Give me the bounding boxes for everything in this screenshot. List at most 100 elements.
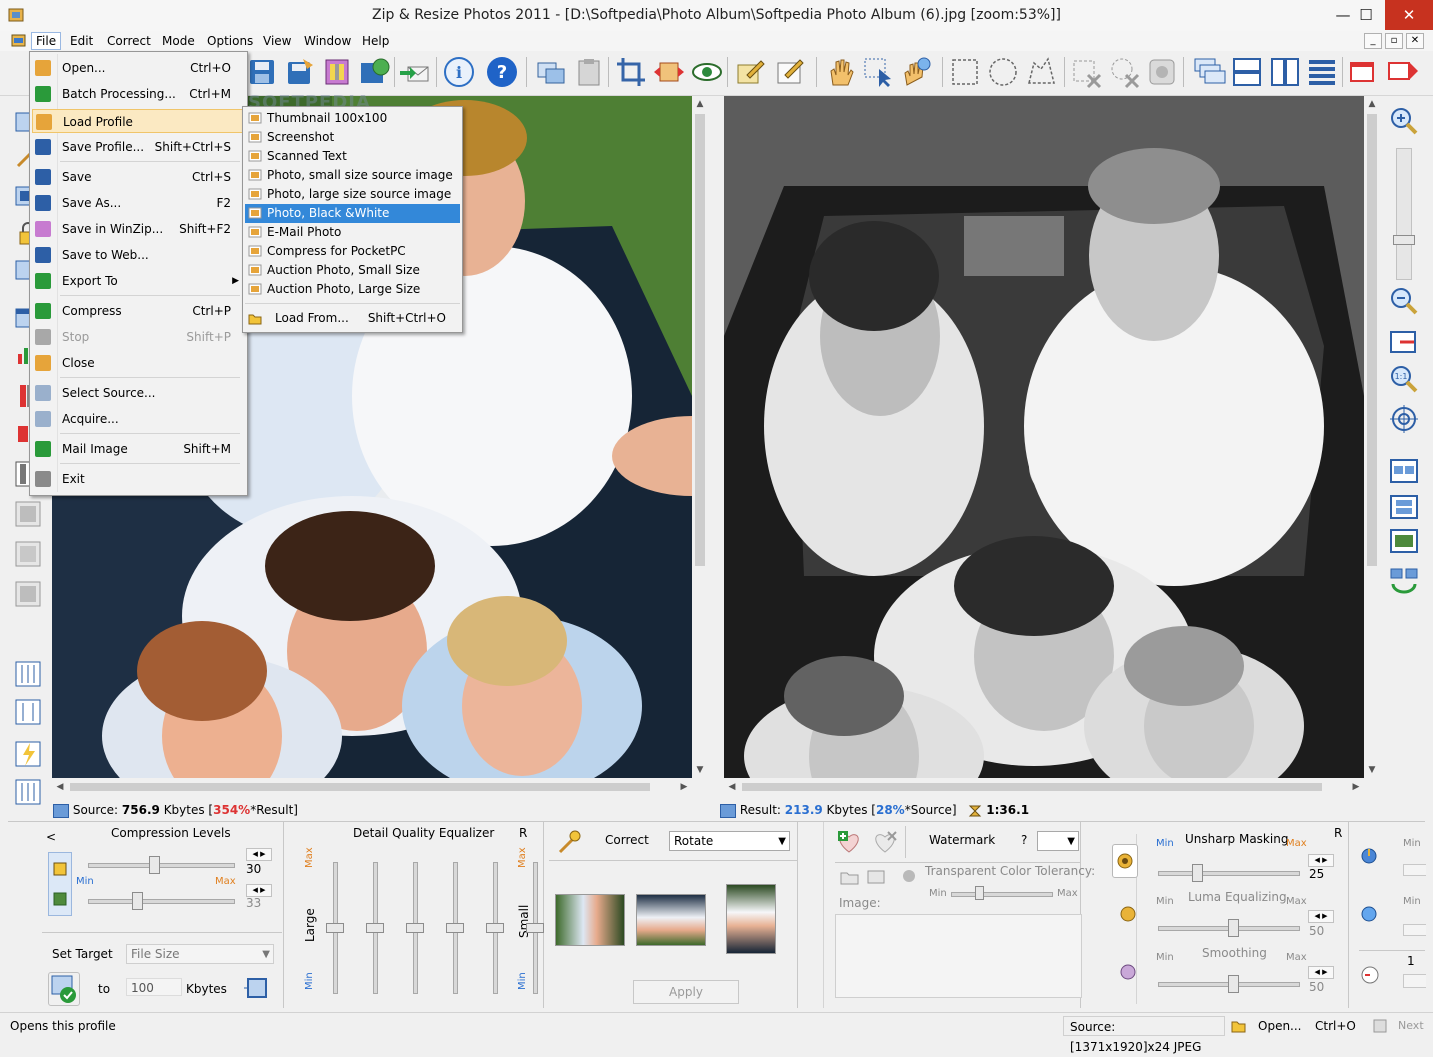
equalizer-band-thumb[interactable] xyxy=(526,923,544,933)
sharpen-reset[interactable]: R xyxy=(1334,826,1342,840)
equalizer-band-thumb[interactable] xyxy=(366,923,384,933)
add-watermark-icon[interactable] xyxy=(835,828,863,856)
smoothing-slider-thumb[interactable] xyxy=(1228,975,1239,993)
actual-size-icon[interactable]: 1:1 xyxy=(1388,364,1420,394)
tolerance-slider-thumb[interactable] xyxy=(975,886,984,900)
profile-item[interactable]: Auction Photo, Small Size xyxy=(245,261,460,280)
compression-mode-toggle[interactable] xyxy=(48,852,72,916)
target-size-input[interactable]: 100 xyxy=(126,978,182,996)
equalizer-view-2-icon[interactable] xyxy=(14,698,42,726)
selection-pointer-icon[interactable] xyxy=(861,55,895,89)
rotate-180-thumbnail[interactable] xyxy=(636,894,706,946)
view-single-icon[interactable] xyxy=(1388,526,1420,556)
file-menu-save-as[interactable]: Save As... F2 xyxy=(32,191,243,215)
menu-window[interactable]: Window xyxy=(300,33,355,49)
file-menu-save[interactable]: Save Ctrl+S xyxy=(32,165,243,189)
file-menu-save-to-web[interactable]: Save to Web... xyxy=(32,243,243,267)
lasso-select-icon[interactable] xyxy=(1024,55,1058,89)
clipboard-icon[interactable] xyxy=(572,55,606,89)
profile-item[interactable]: Auction Photo, Large Size xyxy=(245,280,460,299)
scroll-up-icon[interactable]: ▲ xyxy=(1364,96,1380,112)
compression-level-1-spinner[interactable]: ◀ ▶ xyxy=(246,848,272,861)
list-view-icon[interactable] xyxy=(1305,55,1339,89)
sync-views-icon[interactable] xyxy=(1388,566,1420,596)
profile-item[interactable]: Scanned Text xyxy=(245,147,460,166)
extra-gauge-icon[interactable] xyxy=(1359,964,1381,986)
equalizer-band-thumb[interactable] xyxy=(406,923,424,933)
menu-mode[interactable]: Mode xyxy=(158,33,199,49)
view-stacked-icon[interactable] xyxy=(1388,492,1420,522)
tile-windows-icon[interactable] xyxy=(534,55,568,89)
profile-item[interactable]: Compress for PocketPC xyxy=(245,242,460,261)
status-open-icon[interactable] xyxy=(1231,1018,1247,1034)
luma-slider-thumb[interactable] xyxy=(1228,919,1239,937)
pan-zoom-icon[interactable] xyxy=(899,55,933,89)
save-icon[interactable] xyxy=(245,55,279,89)
luma-toggle-icon[interactable] xyxy=(1118,904,1138,924)
menu-file[interactable]: File xyxy=(31,32,62,50)
transparency-toggle[interactable] xyxy=(903,870,915,882)
document-icon[interactable] xyxy=(10,32,28,50)
profile-item[interactable]: Photo, Black &White xyxy=(245,204,460,223)
layout-gray-3-icon[interactable] xyxy=(14,580,42,608)
crop-icon[interactable] xyxy=(614,55,648,89)
window-arrow-icon[interactable] xyxy=(1386,55,1420,89)
unsharp-toggle-icon[interactable] xyxy=(1112,844,1138,878)
close-button[interactable]: ✕ xyxy=(1385,0,1433,30)
watermark-help[interactable]: ? xyxy=(1021,833,1027,847)
correct-wand-icon[interactable] xyxy=(555,828,583,856)
extra-blue-drop-icon[interactable] xyxy=(1359,904,1379,924)
ellipse-select-icon[interactable] xyxy=(986,55,1020,89)
file-menu-compress[interactable]: Compress Ctrl+P xyxy=(32,299,243,323)
file-menu-save-profile[interactable]: Save Profile... Shift+Ctrl+S xyxy=(32,135,243,159)
new-window-icon[interactable] xyxy=(1348,55,1382,89)
web-save-icon[interactable] xyxy=(357,55,391,89)
file-menu-open[interactable]: Open... Ctrl+O xyxy=(32,56,243,80)
file-menu-acquire[interactable]: Acquire... xyxy=(32,407,243,431)
rotate-right-thumbnail[interactable] xyxy=(726,884,776,954)
file-menu-export-to[interactable]: Export To ▶ xyxy=(32,269,243,293)
menu-edit[interactable]: Edit xyxy=(66,33,97,49)
mask-settings-icon[interactable] xyxy=(1145,55,1179,89)
tile-vertical-icon[interactable] xyxy=(1268,55,1302,89)
menu-correct[interactable]: Correct xyxy=(103,33,155,49)
result-vertical-scrollbar[interactable]: ▲ ▼ xyxy=(1364,96,1380,778)
file-menu-exit[interactable]: Exit xyxy=(32,467,243,491)
unsharp-slider[interactable] xyxy=(1158,871,1300,876)
resize-icon[interactable] xyxy=(652,55,686,89)
scroll-right-icon[interactable]: ▶ xyxy=(676,779,692,795)
target-resize-icon[interactable] xyxy=(243,974,271,1002)
watermark-image-preview[interactable] xyxy=(835,914,1082,998)
maximize-button[interactable]: ☐ xyxy=(1344,0,1388,30)
mdi-minimize-button[interactable]: _ xyxy=(1364,33,1382,49)
scroll-left-icon[interactable]: ◀ xyxy=(724,779,740,795)
zoom-slider-thumb[interactable] xyxy=(1393,235,1415,245)
scroll-left-icon[interactable]: ◀ xyxy=(52,779,68,795)
watermark-picture-icon[interactable] xyxy=(865,866,887,888)
preview-eye-icon[interactable] xyxy=(690,55,724,89)
menu-help[interactable]: Help xyxy=(358,33,393,49)
winzip-save-icon[interactable] xyxy=(320,55,354,89)
rect-select-icon[interactable] xyxy=(948,55,982,89)
apply-target-icon[interactable] xyxy=(48,972,80,1006)
file-menu-close[interactable]: Close xyxy=(32,351,243,375)
edit-note-icon[interactable] xyxy=(733,55,767,89)
zoom-in-icon[interactable] xyxy=(1388,106,1420,136)
menu-options[interactable]: Options xyxy=(203,33,257,49)
status-open[interactable]: Open... xyxy=(1258,1019,1302,1033)
layout-gray-2-icon[interactable] xyxy=(14,540,42,568)
help-icon[interactable]: ? xyxy=(485,55,519,89)
layout-gray-1-icon[interactable] xyxy=(14,500,42,528)
save-as-icon[interactable] xyxy=(283,55,317,89)
zoom-out-icon[interactable] xyxy=(1388,286,1420,316)
luma-spinner[interactable]: ◀ ▶ xyxy=(1308,910,1334,923)
equalizer-band-thumb[interactable] xyxy=(486,923,504,933)
result-horizontal-scrollbar[interactable]: ◀ ▶ xyxy=(724,779,1364,795)
equalizer-view-icon[interactable] xyxy=(14,660,42,688)
scroll-right-icon[interactable]: ▶ xyxy=(1348,779,1364,795)
mdi-close-button[interactable]: ✕ xyxy=(1406,33,1424,49)
file-menu-batch-processing[interactable]: Batch Processing... Ctrl+M xyxy=(32,82,243,106)
compression-slider-2-thumb[interactable] xyxy=(131,892,143,910)
target-type-select[interactable]: File Size ▼ xyxy=(126,944,274,964)
file-menu-select-source[interactable]: Select Source... xyxy=(32,381,243,405)
